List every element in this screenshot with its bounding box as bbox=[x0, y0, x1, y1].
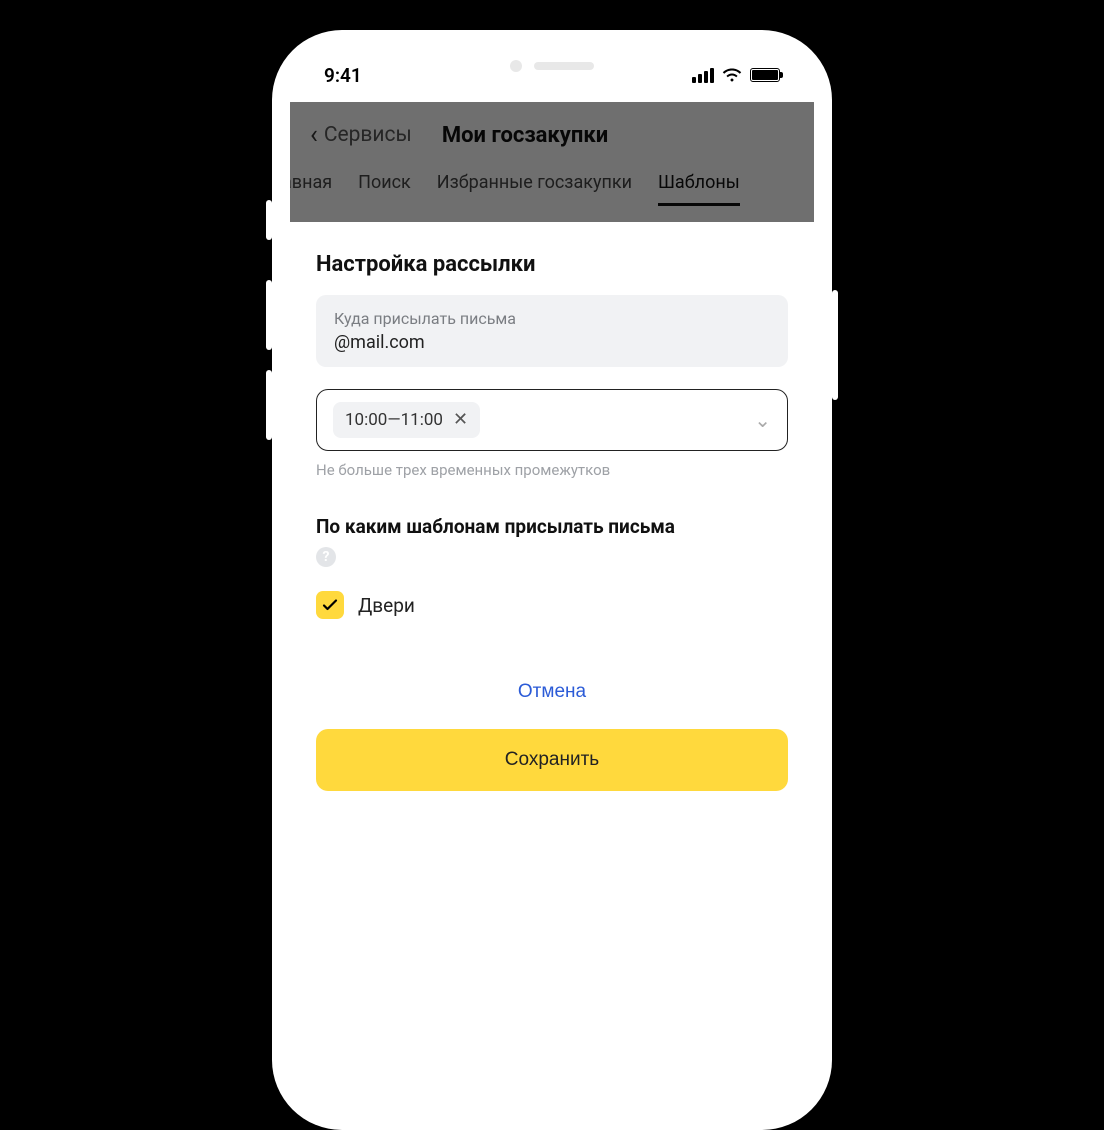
save-button[interactable]: Сохранить bbox=[316, 729, 788, 791]
dimmed-background: ‹ Сервисы Мои госзакупки авная Поиск Изб… bbox=[290, 102, 814, 222]
time-chip[interactable]: 10:00—11:00 ✕ bbox=[333, 402, 480, 438]
tab-main[interactable]: авная bbox=[290, 172, 332, 206]
signal-icon bbox=[692, 68, 714, 83]
tab-templates[interactable]: Шаблоны bbox=[658, 172, 740, 206]
wifi-icon bbox=[722, 68, 742, 82]
cancel-button[interactable]: Отмена bbox=[316, 667, 788, 729]
settings-modal: Настройка рассылки Куда присылать письма… bbox=[290, 222, 814, 831]
battery-icon bbox=[750, 68, 780, 82]
time-select[interactable]: 10:00—11:00 ✕ ⌄ bbox=[316, 389, 788, 451]
tab-favorites[interactable]: Избранные госзакупки bbox=[437, 172, 632, 206]
email-field[interactable]: Куда присылать письма @mail.com bbox=[316, 295, 788, 367]
page-title: Мои госзакупки bbox=[442, 123, 608, 148]
checkbox-checked[interactable] bbox=[316, 591, 344, 619]
tabs: авная Поиск Избранные госзакупки Шаблоны bbox=[290, 172, 814, 222]
phone-side-button bbox=[266, 280, 272, 350]
chevron-down-icon[interactable]: ⌄ bbox=[754, 408, 771, 432]
phone-side-button bbox=[266, 200, 272, 240]
time-hint: Не больше трех временных промежутков bbox=[316, 461, 788, 479]
template-label: Двери bbox=[358, 594, 415, 617]
phone-side-button bbox=[832, 290, 838, 400]
template-row[interactable]: Двери bbox=[316, 591, 788, 619]
templates-title: По каким шаблонам присылать письма bbox=[316, 515, 788, 538]
status-time: 9:41 bbox=[324, 64, 362, 87]
tab-search[interactable]: Поиск bbox=[358, 172, 411, 206]
remove-chip-icon[interactable]: ✕ bbox=[453, 411, 468, 429]
help-icon[interactable]: ? bbox=[316, 547, 336, 567]
back-label[interactable]: Сервисы bbox=[324, 123, 412, 147]
phone-notch bbox=[442, 48, 662, 84]
email-value: @mail.com bbox=[334, 332, 770, 353]
time-chip-label: 10:00—11:00 bbox=[345, 410, 443, 430]
phone-frame: 9:41 ‹ Сервисы Мои госзакупки bbox=[272, 30, 832, 1130]
back-chevron-icon[interactable]: ‹ bbox=[310, 120, 318, 150]
email-label: Куда присылать письма bbox=[334, 309, 770, 328]
phone-side-button bbox=[266, 370, 272, 440]
section-title: Настройка рассылки bbox=[316, 252, 788, 277]
